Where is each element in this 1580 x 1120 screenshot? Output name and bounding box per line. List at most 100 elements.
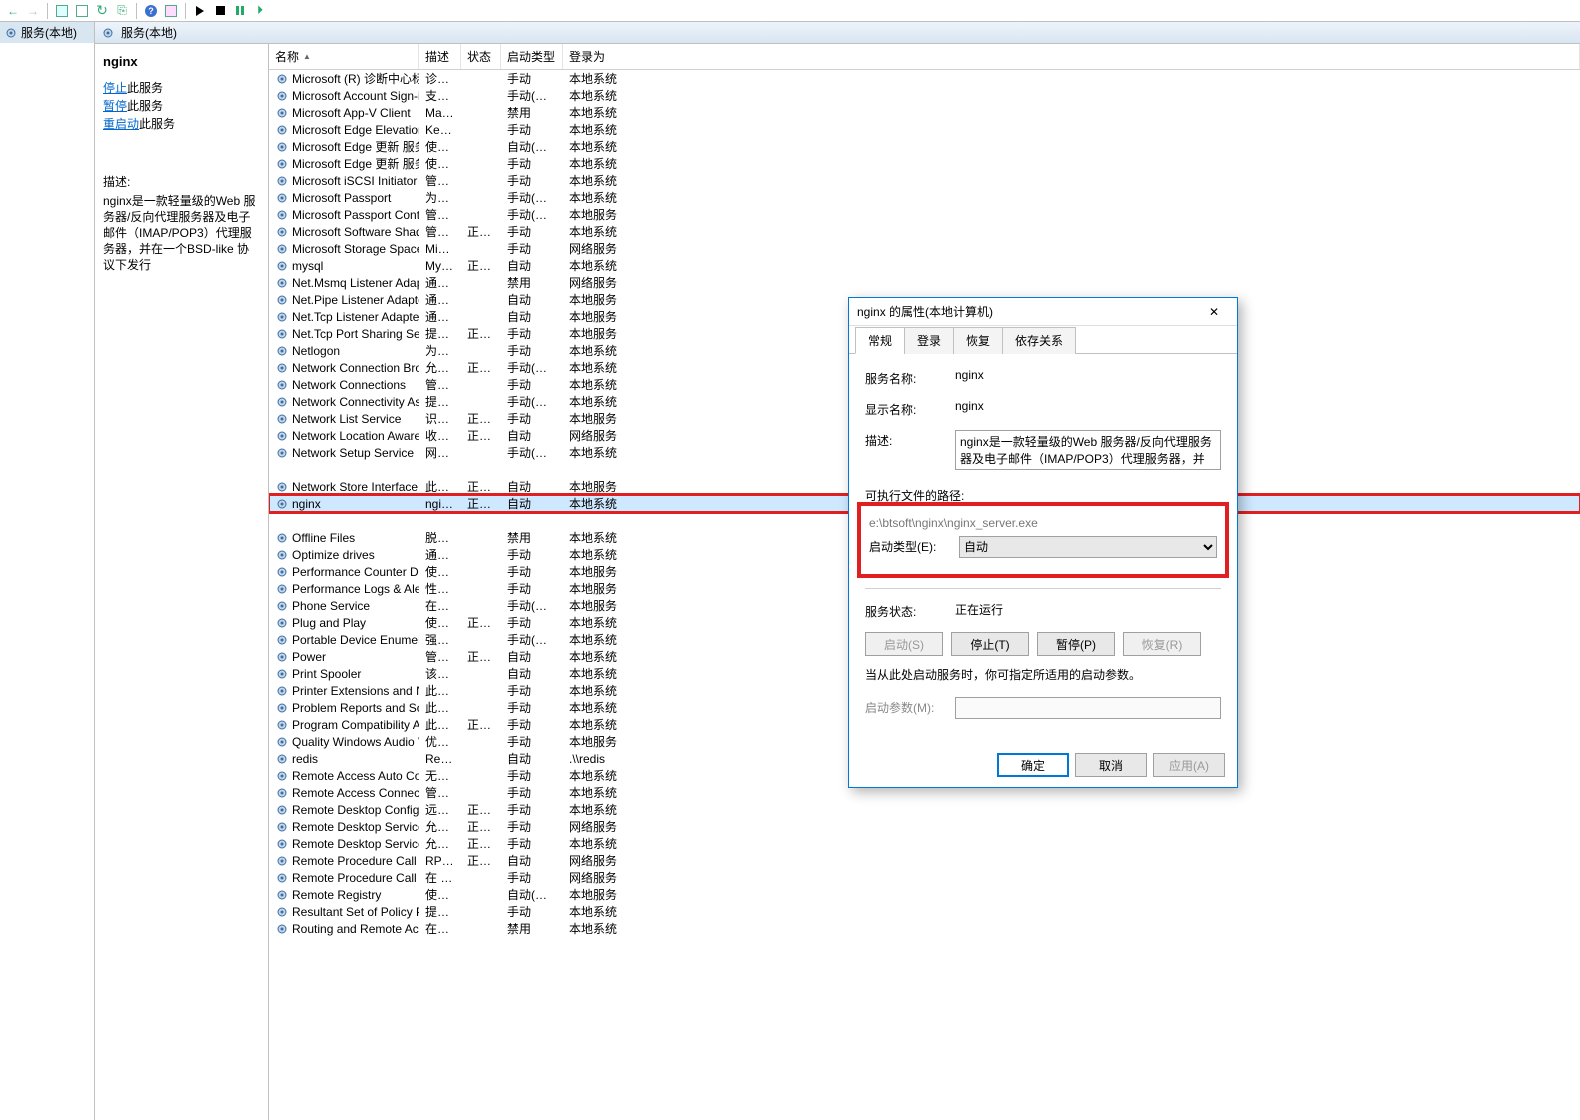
service-row[interactable]: Resultant Set of Policy Pr...提供...手动本地系统: [269, 903, 1580, 920]
service-icon: [275, 293, 289, 307]
service-icon: [275, 140, 289, 154]
service-row[interactable]: Microsoft Passport为用...手动(触发...本地系统: [269, 189, 1580, 206]
service-row[interactable]: mysqlMyS...正在...自动本地系统: [269, 257, 1580, 274]
tree-item-services-local[interactable]: 服务(本地): [0, 22, 94, 43]
service-desc: 使计...: [419, 614, 461, 631]
generic-icon: [165, 5, 177, 17]
service-starttype: 手动(触发...: [501, 189, 563, 206]
restart-link[interactable]: 重启动: [103, 117, 139, 131]
service-starttype: 手动: [501, 155, 563, 172]
back-button[interactable]: [4, 2, 22, 20]
tab-dependencies[interactable]: 依存关系: [1002, 327, 1076, 354]
service-icon: [275, 650, 289, 664]
pause-link[interactable]: 暂停: [103, 99, 127, 113]
service-logon: 本地服务: [563, 886, 1580, 903]
service-row[interactable]: Microsoft Storage Space...Micr...手动网络服务: [269, 240, 1580, 257]
tab-general[interactable]: 常规: [855, 327, 905, 354]
refresh-button[interactable]: [93, 2, 111, 20]
service-row[interactable]: Microsoft Edge Elevation...Kee...手动本地系统: [269, 121, 1580, 138]
pause-button[interactable]: 暂停(P): [1037, 632, 1115, 656]
col-desc[interactable]: 描述: [419, 44, 461, 69]
service-row[interactable]: Remote Desktop Service...允许...正在...手动本地系…: [269, 835, 1580, 852]
service-name: Routing and Remote Acc...: [292, 922, 419, 936]
service-desc: 使你...: [419, 138, 461, 155]
stop-button[interactable]: 停止(T): [951, 632, 1029, 656]
service-starttype: 手动: [501, 70, 563, 87]
show-hide-tree-button[interactable]: [53, 2, 71, 20]
tab-logon[interactable]: 登录: [904, 327, 954, 354]
service-row[interactable]: Microsoft (R) 诊断中心标...诊断...手动本地系统: [269, 70, 1580, 87]
properties-dialog: nginx 的属性(本地计算机) ✕ 常规 登录 恢复 依存关系 服务名称:ng…: [848, 297, 1238, 788]
service-name: Remote Procedure Call (...: [292, 871, 419, 885]
service-row[interactable]: Microsoft Edge 更新 服务...使你...手动本地系统: [269, 155, 1580, 172]
service-starttype: 自动: [501, 478, 563, 495]
forward-button[interactable]: [24, 2, 42, 20]
service-icon: [275, 531, 289, 545]
service-name: Remote Desktop Service...: [292, 837, 419, 851]
refresh-icon: [96, 2, 108, 19]
pause-service-button[interactable]: [231, 2, 249, 20]
service-logon: 本地系统: [563, 920, 1580, 937]
desc-textarea[interactable]: nginx是一款轻量级的Web 服务器/反向代理服务器及电子邮件（IMAP/PO…: [955, 430, 1221, 470]
service-starttype: 手动: [501, 682, 563, 699]
service-name: Portable Device Enumera...: [292, 633, 419, 647]
service-icon: [275, 429, 289, 443]
service-row[interactable]: Routing and Remote Acc...在局...禁用本地系统: [269, 920, 1580, 937]
col-logon[interactable]: 登录为: [563, 44, 1580, 69]
ok-button[interactable]: 确定: [997, 753, 1069, 777]
service-row[interactable]: Microsoft Passport Cont...管理...手动(触发...本…: [269, 206, 1580, 223]
export-button[interactable]: [113, 2, 131, 20]
service-icon: [275, 480, 289, 494]
start-params-note: 当从此处启动服务时，你可指定所适用的启动参数。: [865, 666, 1221, 683]
svc-name-value: nginx: [955, 368, 984, 382]
service-starttype: 手动(触发...: [501, 393, 563, 410]
tab-recovery[interactable]: 恢复: [953, 327, 1003, 354]
service-desc: 允许 ...: [419, 359, 461, 376]
col-name[interactable]: 名称▲: [269, 44, 419, 69]
service-desc: 此服...: [419, 716, 461, 733]
starttype-select[interactable]: 自动: [959, 536, 1217, 558]
service-row[interactable]: Microsoft App-V ClientMan...禁用本地系统: [269, 104, 1580, 121]
service-logon: 本地系统: [563, 138, 1580, 155]
service-status: 正在...: [461, 359, 501, 376]
service-row[interactable]: Microsoft Edge 更新 服务...使你...自动(延迟...本地系统: [269, 138, 1580, 155]
service-name: Net.Tcp Listener Adapter: [292, 310, 419, 324]
service-row[interactable]: Net.Msmq Listener Adap...通过...禁用网络服务: [269, 274, 1580, 291]
services-icon: [101, 26, 115, 40]
service-row[interactable]: Remote Registry使远...自动(触发...本地服务: [269, 886, 1580, 903]
service-row[interactable]: Microsoft Software Shad...管理...正在...手动本地…: [269, 223, 1580, 240]
service-icon: [275, 225, 289, 239]
svc-name-label: 服务名称:: [865, 368, 955, 387]
close-icon: ✕: [1209, 305, 1219, 319]
service-row[interactable]: Microsoft Account Sign-i...支持...手动(触发...…: [269, 87, 1580, 104]
restart-service-button[interactable]: [251, 2, 269, 20]
col-starttype[interactable]: 启动类型: [501, 44, 563, 69]
service-name: redis: [292, 752, 318, 766]
service-row[interactable]: Remote Procedure Call (...在 W...手动网络服务: [269, 869, 1580, 886]
properties-button[interactable]: [73, 2, 91, 20]
cancel-button[interactable]: 取消: [1075, 753, 1147, 777]
service-desc: 远程...: [419, 801, 461, 818]
help-button[interactable]: ?: [142, 2, 160, 20]
close-button[interactable]: ✕: [1199, 302, 1229, 322]
detail-title: nginx: [103, 54, 260, 69]
detail-panel: nginx 停止此服务 暂停此服务 重启动此服务 描述: nginx是一款轻量级…: [95, 44, 269, 1120]
service-icon: [275, 395, 289, 409]
status-value: 正在运行: [955, 601, 1221, 618]
stop-service-button[interactable]: [211, 2, 229, 20]
content-header: 服务(本地): [95, 22, 1580, 44]
col-status[interactable]: 状态: [461, 44, 501, 69]
service-row[interactable]: Microsoft iSCSI Initiator ...管理...手动本地系统: [269, 172, 1580, 189]
start-service-button[interactable]: [191, 2, 209, 20]
service-row[interactable]: Remote Procedure Call (...RPC...正在...自动网…: [269, 852, 1580, 869]
export-icon: [117, 3, 127, 18]
service-icon: [275, 701, 289, 715]
service-row[interactable]: Remote Desktop Services允许...正在...手动网络服务: [269, 818, 1580, 835]
service-name: nginx: [292, 497, 321, 511]
dialog-titlebar[interactable]: nginx 的属性(本地计算机) ✕: [849, 298, 1237, 326]
service-name: Remote Desktop Services: [292, 820, 419, 834]
stop-link[interactable]: 停止: [103, 81, 127, 95]
service-desc: MyS...: [419, 259, 461, 273]
toolbar-button[interactable]: [162, 2, 180, 20]
service-row[interactable]: Remote Desktop Configu...远程...正在...手动本地系…: [269, 801, 1580, 818]
